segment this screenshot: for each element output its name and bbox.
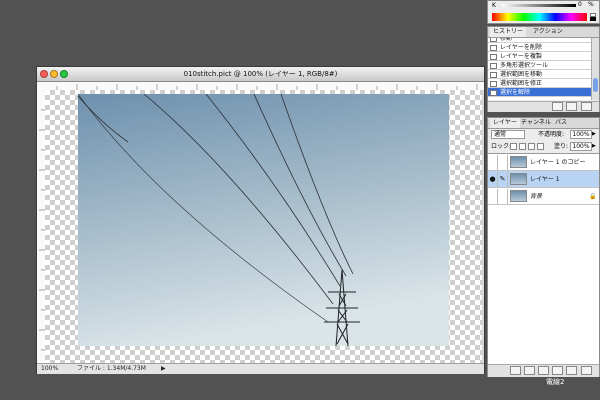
history-step-icon xyxy=(490,80,497,87)
history-step-icon xyxy=(490,89,497,96)
document-title-bar[interactable]: 010stitch.pict @ 100% (レイヤー 1, RGB/8#) xyxy=(37,67,484,82)
history-item[interactable]: レイヤーを削除 xyxy=(488,43,591,52)
layers-tab-bar: レイヤー チャンネル パス xyxy=(488,118,599,129)
tab-actions[interactable]: アクション xyxy=(530,27,566,37)
opacity-field[interactable]: 100% xyxy=(570,130,592,139)
blend-mode-value: 通常 xyxy=(494,131,507,138)
eye-icon[interactable]: ● xyxy=(488,172,498,187)
history-item[interactable]: レイヤーを複製 xyxy=(488,52,591,61)
vertical-scrollbar[interactable] xyxy=(482,90,484,363)
history-list[interactable]: 移動 レイヤーを削除 レイヤーを複製 多角形選択ツール 選択範囲を移動 選択範囲… xyxy=(488,38,591,100)
history-item[interactable]: 選択範囲を修正 xyxy=(488,79,591,88)
k-slider[interactable] xyxy=(502,4,576,7)
blend-mode-select[interactable]: 通常 xyxy=(491,130,525,139)
opacity-arrow-icon[interactable]: ▶ xyxy=(592,130,596,139)
document-title: 010stitch.pict @ 100% (レイヤー 1, RGB/8#) xyxy=(183,70,338,78)
new-group-icon[interactable] xyxy=(552,366,563,375)
history-step-icon xyxy=(490,38,497,42)
layer-thumbnail xyxy=(510,173,527,185)
history-step-icon xyxy=(490,44,497,51)
zoom-level[interactable]: 100% xyxy=(41,364,58,374)
lock-transparency-icon[interactable] xyxy=(510,143,517,150)
status-menu-arrow-icon[interactable]: ▶ xyxy=(161,364,166,374)
history-tab-bar: ヒストリー アクション xyxy=(488,27,599,38)
canvas-area[interactable] xyxy=(45,90,482,363)
opacity-label: 不透明度: xyxy=(538,131,565,138)
history-footer xyxy=(488,101,599,112)
document-window[interactable]: 010stitch.pict @ 100% (レイヤー 1, RGB/8#) 1… xyxy=(36,66,485,374)
layer-row[interactable]: 背景 🔒 xyxy=(488,188,599,205)
fill-arrow-icon[interactable]: ▶ xyxy=(592,142,596,151)
tab-channels[interactable]: チャンネル xyxy=(518,118,554,128)
layer-style-icon[interactable] xyxy=(524,366,535,375)
lock-icon: 🔒 xyxy=(589,193,597,200)
history-item[interactable]: 多角形選択ツール xyxy=(488,61,591,70)
history-step-icon xyxy=(490,53,497,60)
polygon-lasso-icon xyxy=(490,62,497,69)
file-size-info: ファイル : 1.34M/4.73M xyxy=(77,365,146,372)
k-unit: % xyxy=(588,1,594,8)
trash-icon[interactable] xyxy=(581,366,592,375)
history-panel: ヒストリー アクション 移動 レイヤーを削除 レイヤーを複製 多角形選択ツール … xyxy=(487,26,600,112)
k-value[interactable]: 0 xyxy=(578,1,582,8)
history-scroll-thumb[interactable] xyxy=(593,78,598,92)
trash-icon[interactable] xyxy=(581,102,592,111)
color-ramp[interactable] xyxy=(492,13,587,21)
lock-all-icon[interactable] xyxy=(537,143,544,150)
tab-layers[interactable]: レイヤー xyxy=(490,118,520,128)
layer-name[interactable]: レイヤー 1 のコピー xyxy=(530,154,585,171)
lock-label: ロック: xyxy=(491,143,512,150)
brush-icon[interactable]: ✎ xyxy=(498,172,508,187)
fill-field[interactable]: 100% xyxy=(570,142,592,151)
tab-paths[interactable]: パス xyxy=(552,118,570,128)
layer-row[interactable]: レイヤー 1 のコピー xyxy=(488,154,599,171)
lock-paint-icon[interactable] xyxy=(519,143,526,150)
black-swatch[interactable] xyxy=(590,17,596,21)
new-document-from-state-icon[interactable] xyxy=(552,102,563,111)
history-scrollbar[interactable] xyxy=(591,38,599,100)
layer-list[interactable]: レイヤー 1 のコピー ● ✎ レイヤー 1 背景 🔒 xyxy=(488,153,599,364)
layer-name[interactable]: レイヤー 1 xyxy=(530,171,560,188)
history-item[interactable]: 選択範囲を移動 xyxy=(488,70,591,79)
link-layers-icon[interactable] xyxy=(510,366,521,375)
caption-label: 電線2 xyxy=(546,378,565,386)
layer-visibility-toggle[interactable] xyxy=(488,155,498,170)
color-slider-label: K xyxy=(492,2,496,9)
fill-label: 塗り: xyxy=(554,143,569,150)
history-item-selected[interactable]: 選択を解除 xyxy=(488,88,591,97)
layer-link-toggle[interactable] xyxy=(498,189,508,204)
camera-snapshot-icon[interactable] xyxy=(566,102,577,111)
tab-history[interactable]: ヒストリー xyxy=(490,27,527,37)
layer-name[interactable]: 背景 xyxy=(530,188,542,205)
status-bar: 100% ファイル : 1.34M/4.73M ▶ xyxy=(37,363,484,374)
new-layer-icon[interactable] xyxy=(566,366,577,375)
layer-row-selected[interactable]: ● ✎ レイヤー 1 xyxy=(488,171,599,188)
layer-link-toggle[interactable] xyxy=(498,155,508,170)
color-panel: K 0 % xyxy=(487,0,600,24)
history-step-icon xyxy=(490,71,497,78)
layer-thumbnail xyxy=(510,156,527,168)
layer-visibility-toggle[interactable] xyxy=(488,189,498,204)
lock-move-icon[interactable] xyxy=(528,143,535,150)
layer-thumbnail xyxy=(510,190,527,202)
layer-mask-icon[interactable] xyxy=(538,366,549,375)
power-lines-photo xyxy=(78,94,449,346)
layers-footer xyxy=(488,364,599,377)
layers-panel: レイヤー チャンネル パス 通常 不透明度: 100% ▶ ロック: 塗り: 1… xyxy=(487,117,600,377)
